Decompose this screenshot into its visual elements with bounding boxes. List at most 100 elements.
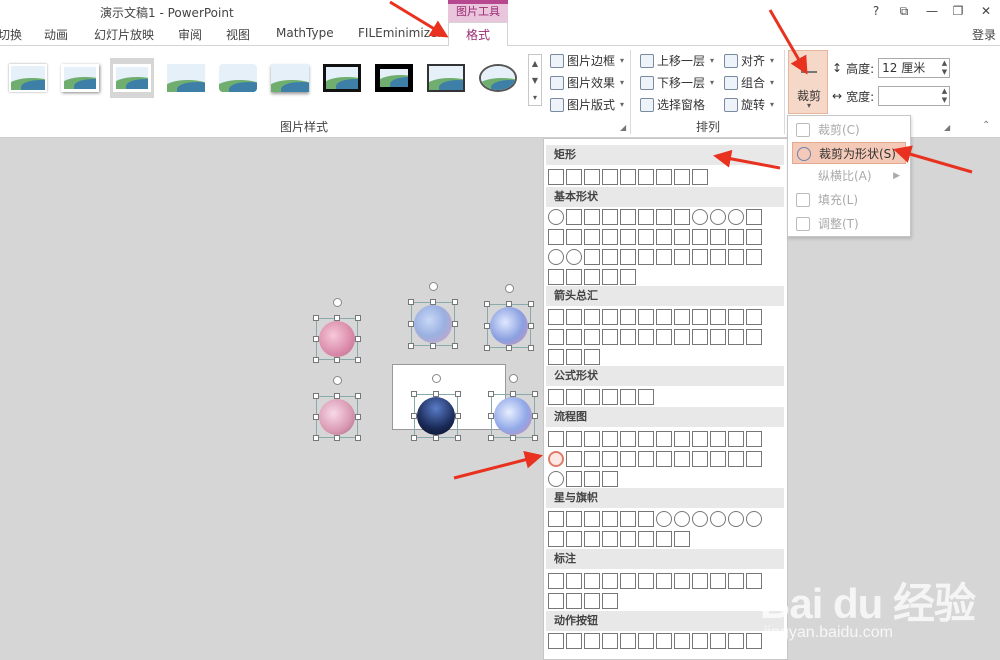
shape-icon[interactable]	[620, 431, 636, 447]
shape-icon[interactable]	[548, 431, 564, 447]
shape-icon[interactable]	[728, 309, 744, 325]
slide-picture[interactable]	[487, 304, 531, 348]
shape-icon[interactable]	[548, 229, 564, 245]
resize-handle[interactable]	[510, 435, 516, 441]
rotate-handle-icon[interactable]	[432, 374, 441, 383]
shape-icon[interactable]	[674, 531, 690, 547]
shape-icon[interactable]	[692, 451, 708, 467]
shape-icon[interactable]	[728, 329, 744, 345]
shape-icon[interactable]	[692, 329, 708, 345]
resize-handle[interactable]	[488, 435, 494, 441]
resize-handle[interactable]	[528, 345, 534, 351]
resize-handle[interactable]	[355, 435, 361, 441]
tab-format[interactable]: 格式	[448, 22, 508, 47]
shape-icon[interactable]	[566, 593, 582, 609]
shape-icon[interactable]	[728, 633, 744, 649]
shape-icon[interactable]	[602, 209, 618, 225]
shape-icon[interactable]	[602, 531, 618, 547]
shape-icon[interactable]	[692, 229, 708, 245]
shape-icon[interactable]	[620, 269, 636, 285]
resize-handle[interactable]	[408, 299, 414, 305]
picture-style-5[interactable]	[216, 58, 260, 98]
shape-icon[interactable]	[638, 229, 654, 245]
shape-icon[interactable]	[602, 451, 618, 467]
tab-view[interactable]: 视图	[226, 26, 250, 43]
resize-handle[interactable]	[334, 435, 340, 441]
shape-icon[interactable]	[656, 431, 672, 447]
shape-icon[interactable]	[602, 389, 618, 405]
shape-icon[interactable]	[584, 229, 600, 245]
tab-animations[interactable]: 动画	[44, 26, 68, 43]
resize-handle[interactable]	[484, 345, 490, 351]
shape-icon[interactable]	[674, 329, 690, 345]
shape-icon[interactable]	[548, 269, 564, 285]
shape-icon[interactable]	[584, 633, 600, 649]
shape-icon[interactable]	[620, 249, 636, 265]
shape-icon[interactable]	[584, 249, 600, 265]
resize-handle[interactable]	[408, 321, 414, 327]
group-button[interactable]: 组合 ▾	[724, 74, 774, 91]
resize-handle[interactable]	[334, 393, 340, 399]
resize-handle[interactable]	[528, 301, 534, 307]
picture-style-1[interactable]	[6, 58, 50, 98]
resize-handle[interactable]	[452, 343, 458, 349]
shape-icon[interactable]	[584, 511, 600, 527]
shape-icon[interactable]	[584, 471, 600, 487]
shape-icon[interactable]	[548, 169, 564, 185]
shape-icon[interactable]	[548, 389, 564, 405]
collapse-ribbon-icon[interactable]: ⌃	[982, 120, 990, 131]
picture-style-9[interactable]	[424, 58, 468, 98]
resize-handle[interactable]	[506, 301, 512, 307]
resize-handle[interactable]	[455, 413, 461, 419]
shape-icon[interactable]	[566, 349, 582, 365]
resize-handle[interactable]	[408, 343, 414, 349]
shape-icon[interactable]	[692, 633, 708, 649]
shape-icon[interactable]	[602, 633, 618, 649]
shape-icon[interactable]	[584, 431, 600, 447]
gallery-scroll[interactable]: ▲ ▼ ▾	[528, 54, 542, 106]
flowchart-connector-icon[interactable]	[548, 451, 564, 467]
resize-handle[interactable]	[452, 321, 458, 327]
height-input[interactable]: 12 厘米 ▲ ▼	[878, 58, 951, 78]
shape-icon[interactable]	[674, 169, 690, 185]
shape-icon[interactable]	[728, 573, 744, 589]
shape-icon[interactable]	[638, 573, 654, 589]
minimize-icon[interactable]: —	[920, 2, 944, 20]
shape-icon[interactable]	[638, 511, 654, 527]
shape-icon[interactable]	[602, 431, 618, 447]
resize-handle[interactable]	[313, 336, 319, 342]
shape-icon[interactable]	[602, 573, 618, 589]
shape-icon[interactable]	[710, 249, 726, 265]
shape-icon[interactable]	[656, 451, 672, 467]
shape-icon[interactable]	[746, 229, 762, 245]
shape-icon[interactable]	[674, 229, 690, 245]
help-icon[interactable]: ?	[864, 2, 888, 20]
shape-icon[interactable]	[674, 633, 690, 649]
rotate-handle-icon[interactable]	[509, 374, 518, 383]
resize-handle[interactable]	[532, 413, 538, 419]
spinner-icon[interactable]: ▲ ▼	[942, 59, 947, 77]
shape-icon[interactable]	[602, 269, 618, 285]
resize-handle[interactable]	[355, 393, 361, 399]
shape-icon[interactable]	[692, 431, 708, 447]
shape-icon[interactable]	[692, 573, 708, 589]
shape-icon[interactable]	[602, 329, 618, 345]
shape-icon[interactable]	[656, 573, 672, 589]
shape-icon[interactable]	[566, 269, 582, 285]
shape-icon[interactable]	[566, 451, 582, 467]
resize-handle[interactable]	[510, 391, 516, 397]
shape-icon[interactable]	[674, 431, 690, 447]
shape-icon[interactable]	[566, 229, 582, 245]
shape-icon[interactable]	[566, 633, 582, 649]
shape-icon[interactable]	[620, 389, 636, 405]
shape-icon[interactable]	[728, 209, 744, 225]
shape-icon[interactable]	[710, 209, 726, 225]
login-link[interactable]: 登录	[972, 26, 996, 43]
shape-icon[interactable]	[548, 511, 564, 527]
shape-icon[interactable]	[728, 431, 744, 447]
resize-handle[interactable]	[313, 315, 319, 321]
resize-handle[interactable]	[313, 393, 319, 399]
resize-handle[interactable]	[411, 435, 417, 441]
shape-icon[interactable]	[746, 329, 762, 345]
shape-icon[interactable]	[656, 633, 672, 649]
